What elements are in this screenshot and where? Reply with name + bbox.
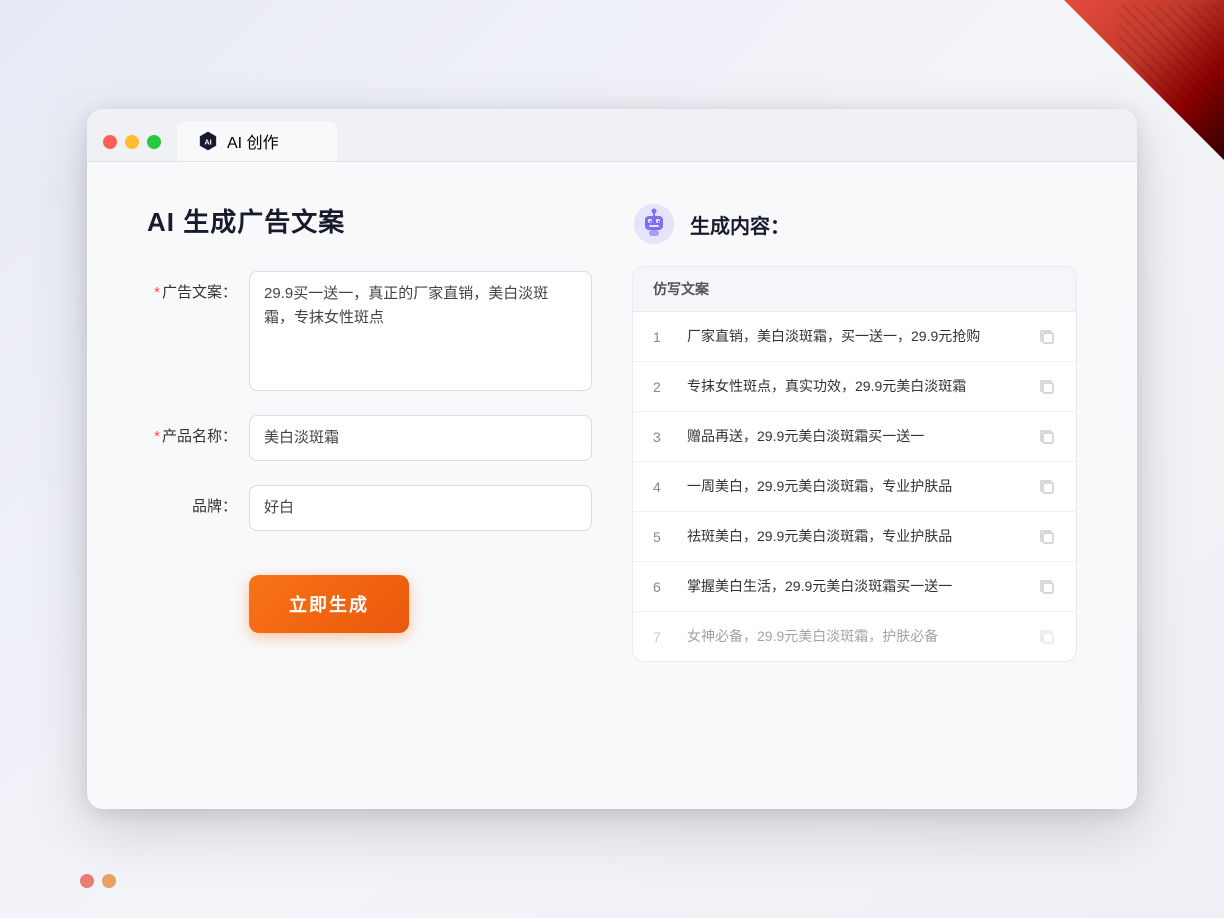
result-list: 1 厂家直销，美白淡斑霜，买一送一，29.9元抢购 2 专抹女性斑点，真实功效，… xyxy=(633,312,1076,661)
ad-copy-group: *广告文案： 29.9买一送一，真正的厂家直销，美白淡斑霜，专抹女性斑点 xyxy=(147,271,592,391)
result-item: 3 赠品再送，29.9元美白淡斑霜买一送一 xyxy=(633,412,1076,462)
browser-chrome: AI AI 创作 xyxy=(87,109,1137,162)
result-text: 祛斑美白，29.9元美白淡斑霜，专业护肤品 xyxy=(687,526,1024,547)
close-button[interactable] xyxy=(103,135,117,149)
ad-copy-label: *广告文案： xyxy=(147,271,237,302)
ai-tab-icon: AI xyxy=(197,130,219,152)
browser-window: AI AI 创作 AI 生成广告文案 *广告文案： 29.9买一送一，真正的厂家… xyxy=(87,109,1137,809)
copy-icon[interactable] xyxy=(1038,428,1056,446)
robot-icon xyxy=(632,202,676,246)
result-item: 4 一周美白，29.9元美白淡斑霜，专业护肤品 xyxy=(633,462,1076,512)
copy-icon[interactable] xyxy=(1038,578,1056,596)
result-text: 专抹女性斑点，真实功效，29.9元美白淡斑霜 xyxy=(687,376,1024,397)
result-num: 1 xyxy=(653,329,673,345)
result-item: 5 祛斑美白，29.9元美白淡斑霜，专业护肤品 xyxy=(633,512,1076,562)
browser-content: AI 生成广告文案 *广告文案： 29.9买一送一，真正的厂家直销，美白淡斑霜，… xyxy=(87,162,1137,802)
left-panel: AI 生成广告文案 *广告文案： 29.9买一送一，真正的厂家直销，美白淡斑霜，… xyxy=(147,202,592,762)
right-panel-title: 生成内容： xyxy=(690,210,790,239)
generate-button[interactable]: 立即生成 xyxy=(249,575,409,633)
brand-label: 品牌： xyxy=(147,485,237,516)
result-num: 3 xyxy=(653,429,673,445)
result-num: 5 xyxy=(653,529,673,545)
ad-copy-input[interactable]: 29.9买一送一，真正的厂家直销，美白淡斑霜，专抹女性斑点 xyxy=(249,271,592,391)
tab-label: AI 创作 xyxy=(227,129,279,153)
svg-text:AI: AI xyxy=(204,138,211,147)
dot-orange xyxy=(102,874,116,888)
right-header: 生成内容： xyxy=(632,202,1077,246)
copy-icon[interactable] xyxy=(1038,628,1056,646)
result-column-header: 仿写文案 xyxy=(633,267,1076,312)
browser-tab[interactable]: AI AI 创作 xyxy=(177,121,337,161)
result-num: 7 xyxy=(653,629,673,645)
required-star-1: * xyxy=(154,284,160,301)
copy-icon[interactable] xyxy=(1038,478,1056,496)
brand-input[interactable] xyxy=(249,485,592,531)
window-controls xyxy=(103,135,161,161)
result-num: 2 xyxy=(653,379,673,395)
page-title: AI 生成广告文案 xyxy=(147,202,592,239)
product-name-input[interactable] xyxy=(249,415,592,461)
result-num: 6 xyxy=(653,579,673,595)
copy-icon[interactable] xyxy=(1038,528,1056,546)
dot-red xyxy=(80,874,94,888)
result-item: 2 专抹女性斑点，真实功效，29.9元美白淡斑霜 xyxy=(633,362,1076,412)
copy-icon[interactable] xyxy=(1038,378,1056,396)
product-name-group: *产品名称： xyxy=(147,415,592,461)
result-text: 女神必备，29.9元美白淡斑霜，护肤必备 xyxy=(687,626,1024,647)
copy-icon[interactable] xyxy=(1038,328,1056,346)
product-name-label: *产品名称： xyxy=(147,415,237,446)
result-container: 仿写文案 1 厂家直销，美白淡斑霜，买一送一，29.9元抢购 2 专抹女性斑点，… xyxy=(632,266,1077,662)
result-text: 厂家直销，美白淡斑霜，买一送一，29.9元抢购 xyxy=(687,326,1024,347)
minimize-button[interactable] xyxy=(125,135,139,149)
result-text: 一周美白，29.9元美白淡斑霜，专业护肤品 xyxy=(687,476,1024,497)
brand-group: 品牌： xyxy=(147,485,592,531)
maximize-button[interactable] xyxy=(147,135,161,149)
required-star-2: * xyxy=(154,428,160,445)
result-item: 1 厂家直销，美白淡斑霜，买一送一，29.9元抢购 xyxy=(633,312,1076,362)
result-text: 赠品再送，29.9元美白淡斑霜买一送一 xyxy=(687,426,1024,447)
result-item: 7 女神必备，29.9元美白淡斑霜，护肤必备 xyxy=(633,612,1076,661)
right-panel: 生成内容： 仿写文案 1 厂家直销，美白淡斑霜，买一送一，29.9元抢购 2 专… xyxy=(632,202,1077,762)
result-text: 掌握美白生活，29.9元美白淡斑霜买一送一 xyxy=(687,576,1024,597)
result-item: 6 掌握美白生活，29.9元美白淡斑霜买一送一 xyxy=(633,562,1076,612)
bottom-decoration xyxy=(80,874,116,888)
result-num: 4 xyxy=(653,479,673,495)
